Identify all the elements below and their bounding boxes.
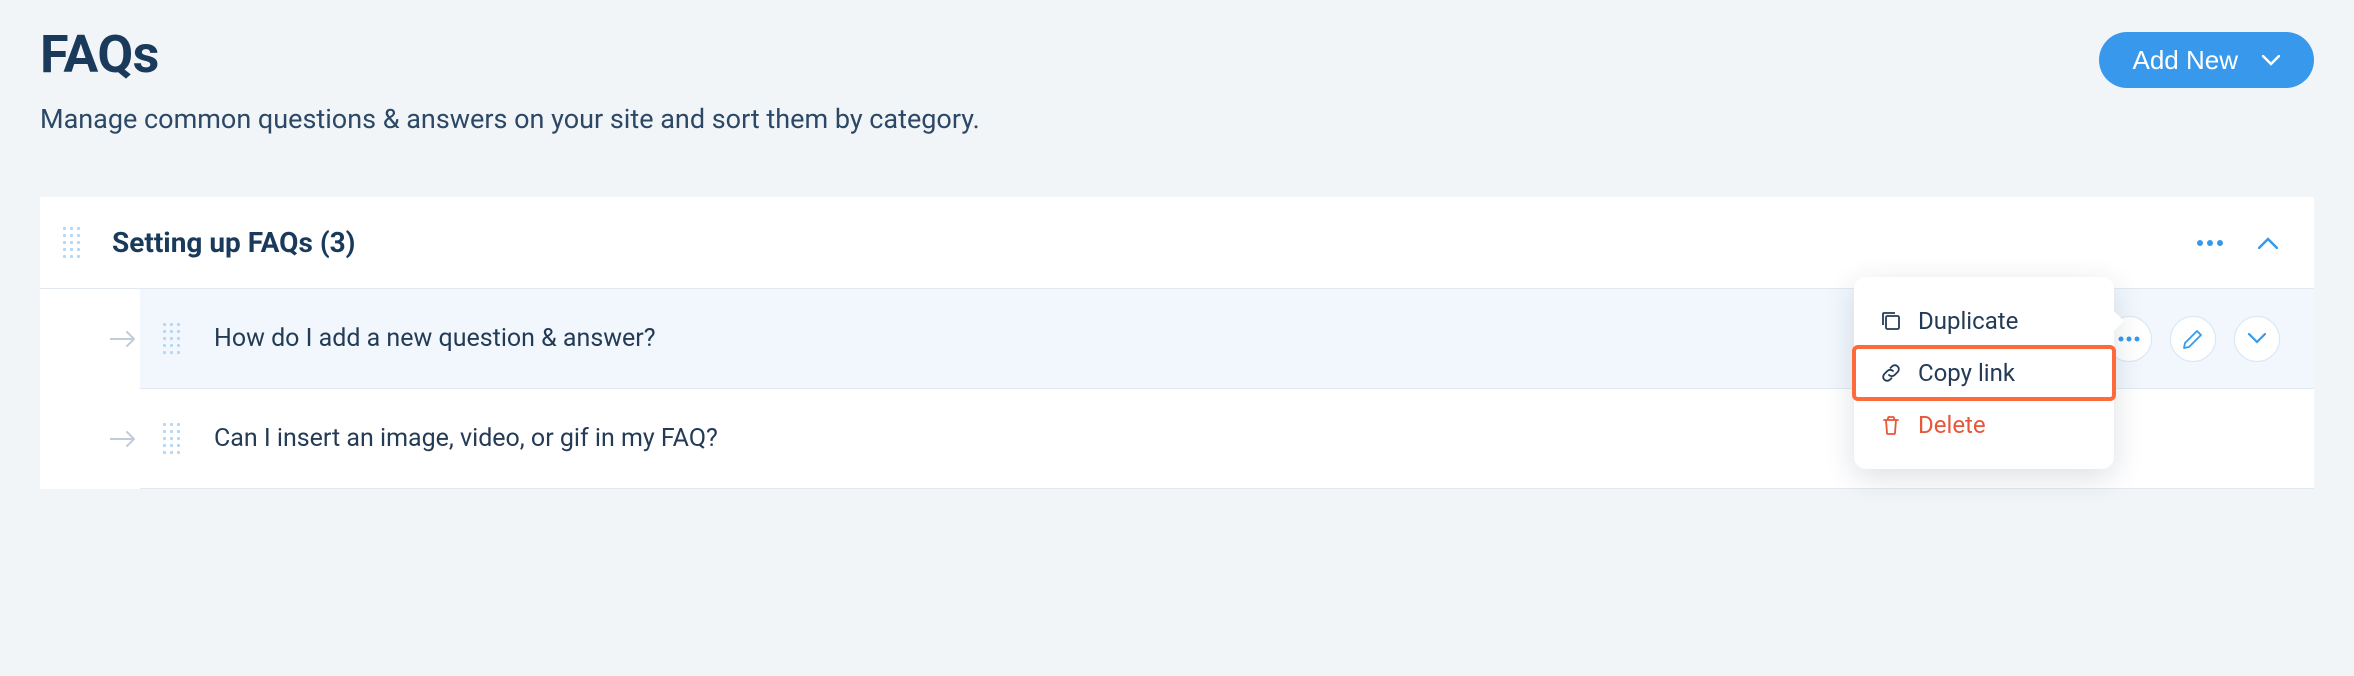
page-title: FAQs xyxy=(40,24,980,85)
context-menu: Duplicate Copy link Delete xyxy=(1854,277,2114,469)
more-options-icon xyxy=(2118,336,2140,342)
copy-link-label: Copy link xyxy=(1918,359,2015,387)
delete-option[interactable]: Delete xyxy=(1854,399,2114,451)
arrow-right-icon xyxy=(110,429,140,449)
drag-handle-icon[interactable] xyxy=(60,226,82,260)
link-icon xyxy=(1880,362,1902,384)
drag-handle-icon[interactable] xyxy=(160,422,182,456)
category-body: How do I add a new question & answer? xyxy=(40,289,2314,489)
category-title: Setting up FAQs (3) xyxy=(112,226,2196,259)
chevron-down-icon xyxy=(2262,55,2280,66)
edit-button[interactable] xyxy=(2170,316,2216,362)
copy-link-option[interactable]: Copy link xyxy=(1854,347,2114,399)
add-new-label: Add New xyxy=(2133,45,2239,76)
question-row[interactable]: How do I add a new question & answer? xyxy=(140,289,2314,389)
collapse-icon[interactable] xyxy=(2258,237,2278,249)
add-new-button[interactable]: Add New xyxy=(2099,32,2315,88)
drag-handle-icon[interactable] xyxy=(160,322,182,356)
category-panel: Setting up FAQs (3) How do I add a new q… xyxy=(40,197,2314,489)
duplicate-option[interactable]: Duplicate xyxy=(1854,295,2114,347)
chevron-down-icon xyxy=(2248,333,2266,344)
delete-label: Delete xyxy=(1918,411,1986,439)
row-actions xyxy=(2106,316,2314,362)
question-text: How do I add a new question & answer? xyxy=(214,294,2106,383)
pencil-icon xyxy=(2182,328,2204,350)
arrow-right-icon xyxy=(110,329,140,349)
expand-button[interactable] xyxy=(2234,316,2280,362)
duplicate-icon xyxy=(1880,310,1902,332)
category-header[interactable]: Setting up FAQs (3) xyxy=(40,197,2314,289)
trash-icon xyxy=(1880,414,1902,436)
page-subtitle: Manage common questions & answers on you… xyxy=(40,103,980,135)
more-options-icon[interactable] xyxy=(2196,239,2224,247)
duplicate-label: Duplicate xyxy=(1918,307,2018,335)
